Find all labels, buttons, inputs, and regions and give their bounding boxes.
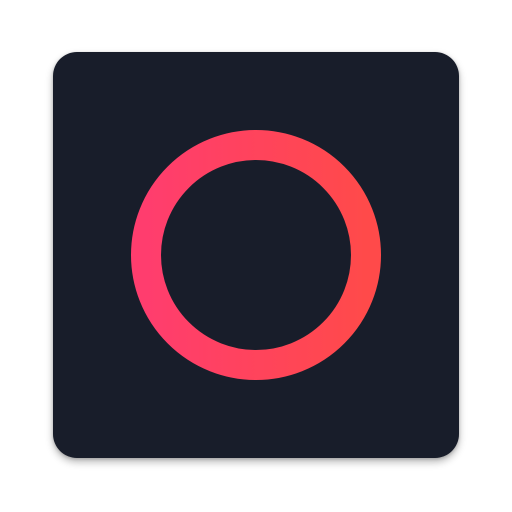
ring-icon — [131, 130, 381, 380]
icon-canvas — [0, 0, 512, 512]
ring-shape — [131, 130, 381, 380]
app-icon[interactable] — [53, 52, 459, 458]
